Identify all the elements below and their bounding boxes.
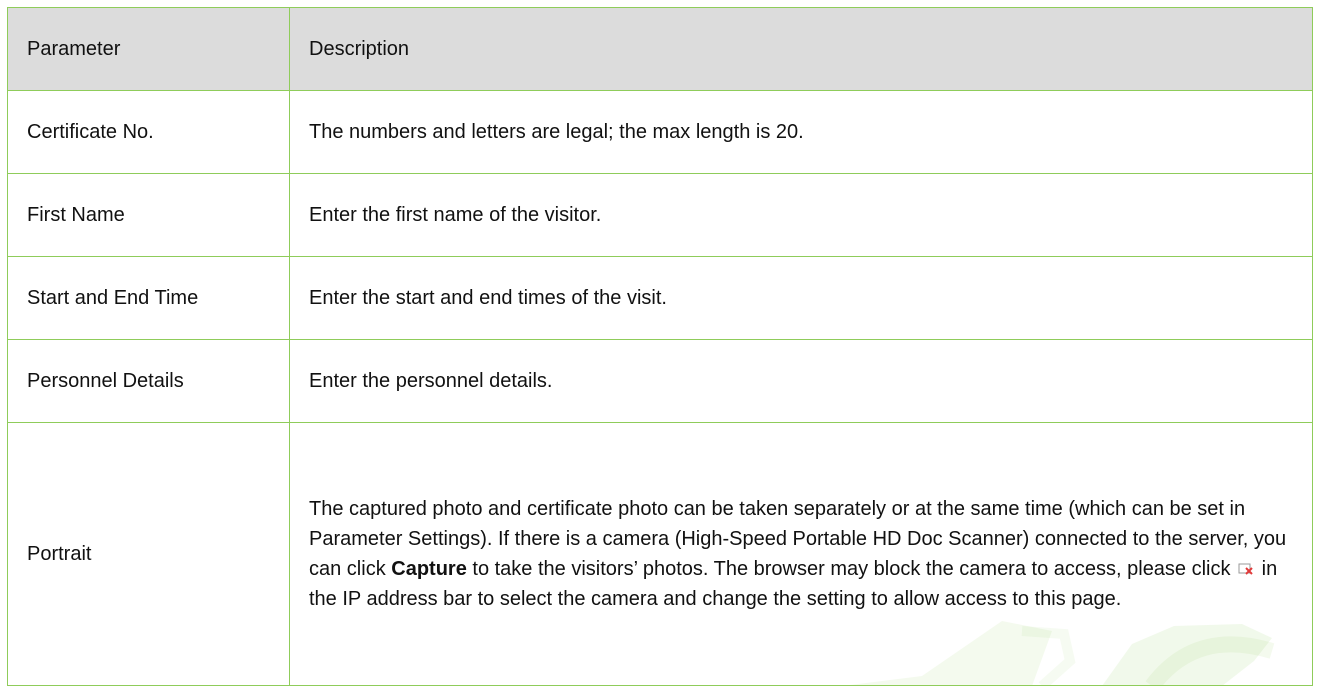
parameter-cell: Portrait (7, 422, 290, 686)
table-row: Personnel Details Enter the personnel de… (7, 339, 1313, 423)
description-text: to take the visitors’ photos. The browse… (466, 558, 1237, 580)
table-row: First Name Enter the first name of the v… (7, 173, 1313, 257)
description-cell: Enter the first name of the visitor. (289, 173, 1313, 257)
column-header-parameter: Parameter (7, 7, 290, 91)
parameter-cell: Personnel Details (7, 339, 290, 423)
table-header-row: Parameter Description (7, 7, 1313, 91)
parameter-cell: Certificate No. (7, 90, 290, 174)
document-page: Parameter Description Certificate No. Th… (0, 0, 1322, 686)
parameter-cell: First Name (7, 173, 290, 257)
table-row: Start and End Time Enter the start and e… (7, 256, 1313, 340)
column-header-description: Description (289, 7, 1313, 91)
table-row: Certificate No. The numbers and letters … (7, 90, 1313, 174)
description-cell: Enter the start and end times of the vis… (289, 256, 1313, 340)
table-row-portrait: Portrait The captured photo and certific… (7, 422, 1313, 686)
parameter-table: Parameter Description Certificate No. Th… (7, 7, 1313, 686)
description-cell: The numbers and letters are legal; the m… (289, 90, 1313, 174)
description-cell: The captured photo and certificate photo… (289, 422, 1313, 686)
camera-blocked-icon (1238, 563, 1253, 575)
capture-keyword: Capture (391, 558, 467, 580)
description-cell: Enter the personnel details. (289, 339, 1313, 423)
parameter-cell: Start and End Time (7, 256, 290, 340)
